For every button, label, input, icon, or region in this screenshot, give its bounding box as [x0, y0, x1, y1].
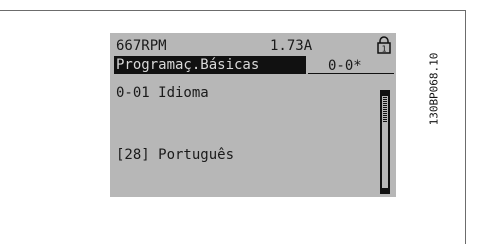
- current-readout: 1.73A: [270, 38, 313, 54]
- group-underline: [308, 73, 394, 74]
- scroll-down-arrow[interactable]: [382, 188, 388, 192]
- figure-code-text: 130BP068.10: [427, 52, 441, 125]
- lock-1-icon: 1: [377, 36, 391, 54]
- scroll-thumb[interactable]: [383, 96, 387, 122]
- parameter-value: [28] Português: [116, 147, 235, 163]
- figure-code: 130BP068.10: [424, 36, 444, 141]
- speed-readout: 667RPM: [116, 38, 167, 54]
- scrollbar[interactable]: [380, 90, 390, 194]
- parameter-name: 0-01 Idioma: [116, 85, 209, 101]
- lcd-display: 667RPM 1.73A 1 Programaç.Básicas 0-0* 0-…: [110, 33, 396, 197]
- group-number: 0-0*: [328, 58, 362, 74]
- menu-title-bar: Programaç.Básicas: [114, 56, 306, 74]
- svg-text:1: 1: [382, 45, 387, 54]
- menu-title: Programaç.Básicas: [116, 57, 260, 73]
